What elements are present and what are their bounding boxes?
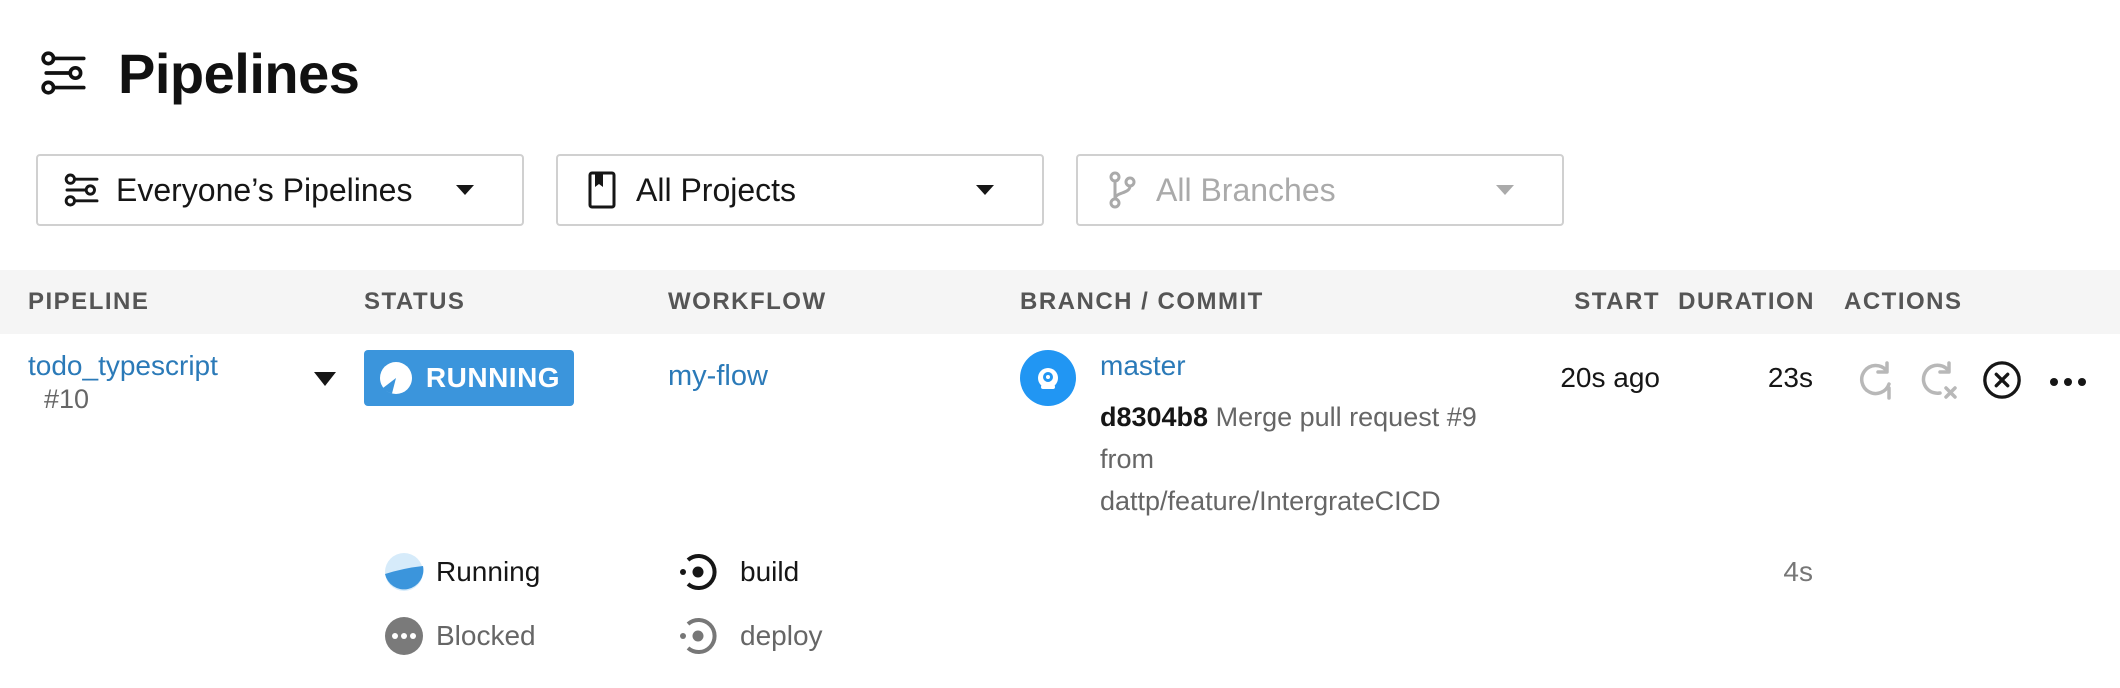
avatar [1020, 350, 1076, 406]
page-title: Pipelines [118, 41, 360, 105]
branches-filter-label: All Branches [1156, 171, 1336, 208]
job-duration: 4s [1783, 556, 1813, 587]
job-icon [680, 618, 717, 654]
job-icon [680, 554, 717, 590]
expand-row-icon[interactable] [314, 372, 336, 386]
running-icon [379, 362, 412, 394]
running-icon [385, 553, 424, 591]
column-header-pipeline: PIPELINE [28, 288, 150, 315]
workflow-link[interactable]: my-flow [668, 360, 768, 393]
job-status-label: Blocked [436, 620, 536, 651]
chevron-down-icon [456, 185, 474, 195]
bookmark-icon [588, 171, 616, 209]
rerun-failed-button[interactable] [1918, 360, 1958, 400]
pipelines-icon [41, 51, 86, 95]
commit-info: d8304b8 Merge pull request #9 from dattp… [1100, 396, 1500, 522]
rerun-failed-icon [1921, 361, 1957, 399]
status-badge-label: RUNNING [425, 362, 561, 393]
rerun-icon [1859, 361, 1891, 400]
more-actions-button[interactable] [2048, 362, 2088, 402]
pipelines-filter-label: Everyone’s Pipelines [116, 171, 413, 208]
pipeline-number: #10 [44, 384, 90, 414]
start-time: 20s ago [1560, 362, 1660, 393]
chevron-down-icon [976, 185, 994, 195]
page-header: Pipelines [40, 38, 360, 108]
column-header-status: STATUS [364, 288, 466, 315]
projects-filter-label: All Projects [636, 171, 797, 208]
column-header-start: START [1574, 288, 1660, 315]
user-avatar-icon [1038, 368, 1058, 389]
branches-filter-dropdown[interactable]: All Branches [1076, 154, 1564, 226]
cancel-button[interactable] [1982, 360, 2022, 400]
filter-bar: Everyone’s Pipelines All Projects All Br… [36, 154, 1564, 226]
column-header-duration: DURATION [1678, 288, 1815, 315]
table-header: PIPELINE STATUS WORKFLOW BRANCH / COMMIT… [0, 270, 2120, 334]
job-status-label: Running [436, 556, 541, 587]
pipelines-icon [64, 173, 99, 207]
column-header-branch-commit: BRANCH / COMMIT [1020, 288, 1264, 315]
job-name-link[interactable]: deploy [740, 620, 823, 652]
column-header-actions: ACTIONS [1844, 288, 1963, 315]
rerun-button[interactable] [1856, 360, 1896, 400]
commit-sha[interactable]: d8304b8 [1100, 402, 1208, 432]
status-badge[interactable]: RUNNING [364, 350, 574, 406]
job-name-link[interactable]: build [740, 556, 799, 588]
pipeline-project-link[interactable]: todo_typescript [28, 350, 218, 382]
branch-icon [1109, 171, 1136, 209]
pipelines-filter-dropdown[interactable]: Everyone’s Pipelines [36, 154, 524, 226]
more-icon [2050, 378, 2086, 386]
chevron-down-icon [1496, 185, 1514, 195]
cancel-icon [1983, 361, 2021, 399]
column-header-workflow: WORKFLOW [668, 288, 827, 315]
blocked-icon [385, 617, 423, 655]
duration: 23s [1767, 362, 1813, 393]
projects-filter-dropdown[interactable]: All Projects [556, 154, 1044, 226]
branch-link[interactable]: master [1100, 350, 1186, 382]
